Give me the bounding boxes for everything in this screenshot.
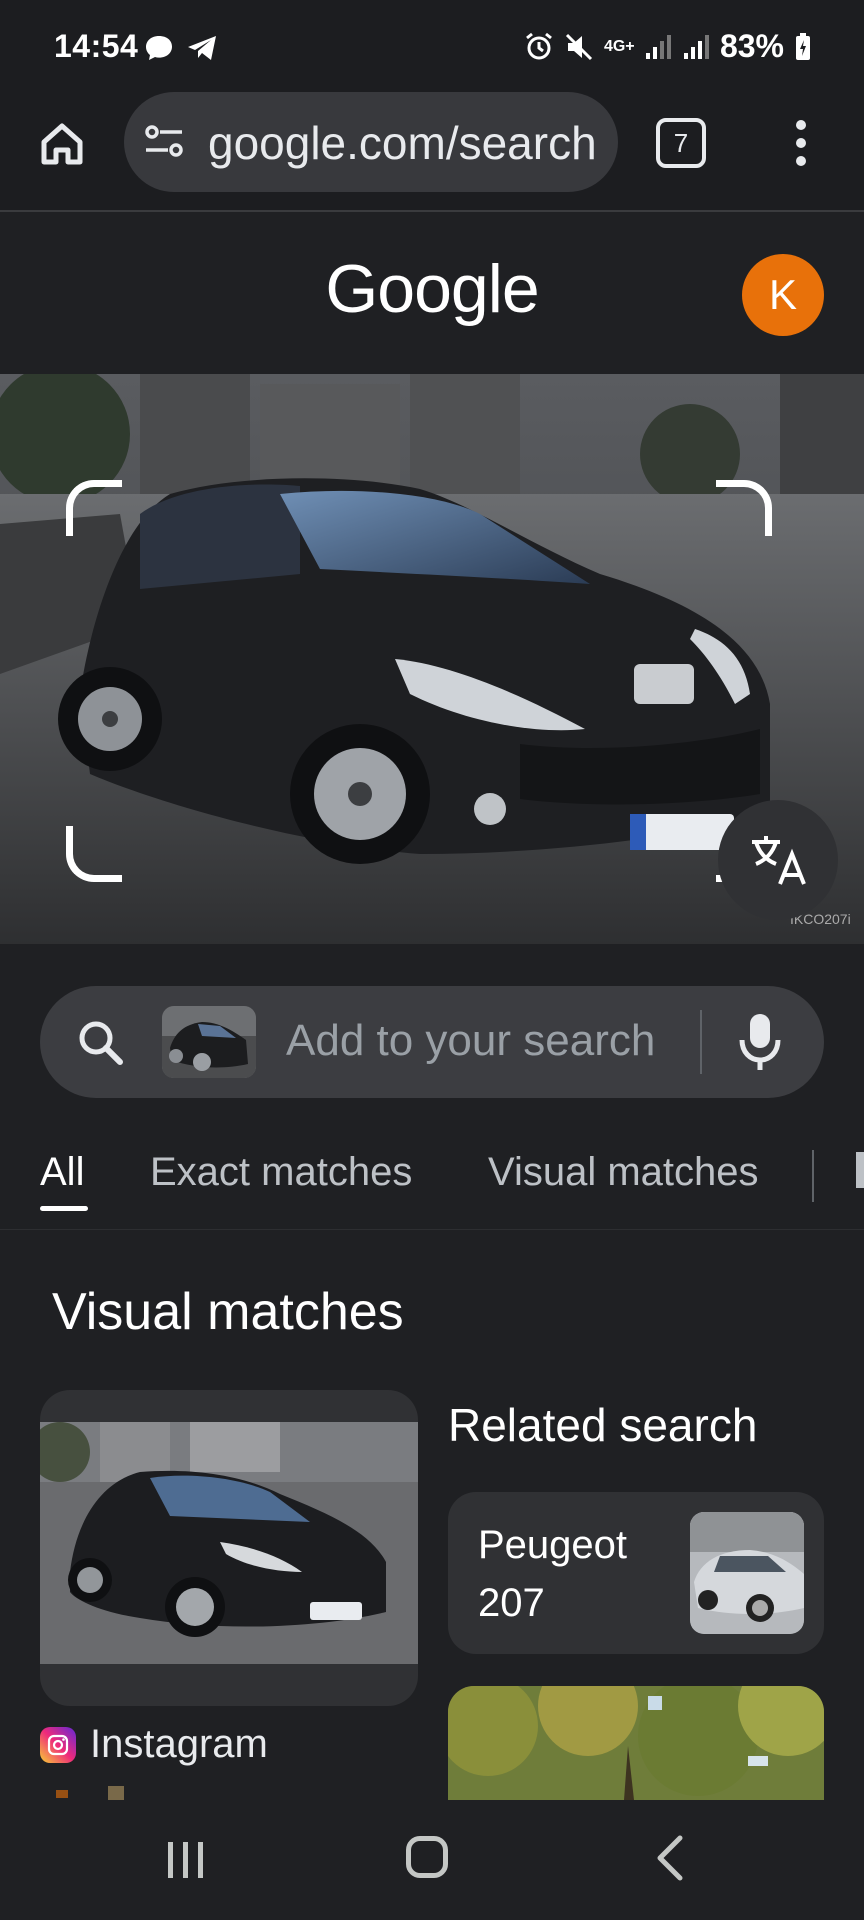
system-navigation-bar xyxy=(0,1800,864,1920)
crop-handle-top-left[interactable] xyxy=(66,480,122,536)
alarm-icon xyxy=(526,32,552,59)
telegram-icon xyxy=(188,36,216,60)
search-icon xyxy=(79,1021,123,1065)
home-nav-icon[interactable] xyxy=(406,1836,448,1878)
search-input[interactable]: Add to your search xyxy=(286,1016,696,1066)
visual-match-source[interactable]: Instagram xyxy=(40,1722,268,1767)
visual-match-image xyxy=(40,1422,418,1664)
related-image-card[interactable] xyxy=(448,1686,824,1800)
related-search-chip[interactable]: Peugeot 207 xyxy=(448,1492,824,1654)
avatar-initial: K xyxy=(768,271,797,318)
tab-switcher-button[interactable]: 7 xyxy=(656,118,706,168)
status-bar: 14:54 4G+ 83% xyxy=(0,0,864,96)
home-icon xyxy=(41,123,83,165)
instagram-icon xyxy=(40,1726,76,1763)
battery-icon xyxy=(796,32,810,60)
related-search-thumbnail xyxy=(690,1512,804,1634)
tab-count: 7 xyxy=(673,127,689,158)
translate-button[interactable] xyxy=(718,800,838,920)
result-filter-tabs: All Exact matches Visual matches xyxy=(0,1130,864,1230)
back-icon[interactable] xyxy=(650,1834,690,1882)
chat-bubble-icon xyxy=(146,36,172,60)
tab-overflow-indicator xyxy=(856,1152,864,1188)
network-type: 4G+ xyxy=(603,37,635,55)
site-settings-icon[interactable] xyxy=(144,124,184,160)
visual-matches-heading: Visual matches xyxy=(52,1283,404,1341)
crop-handle-top-right[interactable] xyxy=(716,480,772,536)
searched-image[interactable]: IKCO207i xyxy=(0,374,864,944)
status-time: 14:54 xyxy=(54,28,139,64)
lens-search-bar[interactable]: Add to your search xyxy=(40,986,824,1098)
more-options-icon[interactable] xyxy=(786,118,816,168)
status-right-icons: 4G+ 83% xyxy=(524,28,812,65)
status-notification-icons xyxy=(144,34,218,62)
mute-icon xyxy=(565,33,593,60)
account-avatar[interactable]: K xyxy=(742,254,824,336)
visual-match-card[interactable] xyxy=(40,1390,418,1706)
microphone-icon[interactable] xyxy=(738,1010,782,1074)
address-bar[interactable]: google.com/search xyxy=(124,92,618,192)
recent-apps-icon[interactable] xyxy=(164,1838,208,1882)
active-tab-indicator xyxy=(40,1206,88,1211)
signal-icon xyxy=(683,34,709,59)
battery-percent: 83% xyxy=(719,28,784,64)
search-divider xyxy=(700,1010,702,1074)
home-button[interactable] xyxy=(34,116,90,172)
google-logo[interactable]: Google xyxy=(0,250,864,328)
related-search-heading: Related search xyxy=(448,1399,758,1451)
tab-exact-matches[interactable]: Exact matches xyxy=(150,1150,412,1195)
tab-separator xyxy=(812,1150,814,1202)
related-search-label: Peugeot 207 xyxy=(478,1523,628,1625)
translate-icon xyxy=(752,836,806,885)
source-name: Instagram xyxy=(90,1722,268,1766)
crop-handle-bottom-left[interactable] xyxy=(66,826,122,882)
signal-icon xyxy=(645,34,671,59)
url-text[interactable]: google.com/search xyxy=(208,116,608,170)
query-image-thumbnail[interactable] xyxy=(162,1006,256,1078)
partially-hidden-content xyxy=(56,1786,124,1800)
tab-visual-matches[interactable]: Visual matches xyxy=(488,1150,759,1195)
tab-all[interactable]: All xyxy=(40,1150,84,1195)
